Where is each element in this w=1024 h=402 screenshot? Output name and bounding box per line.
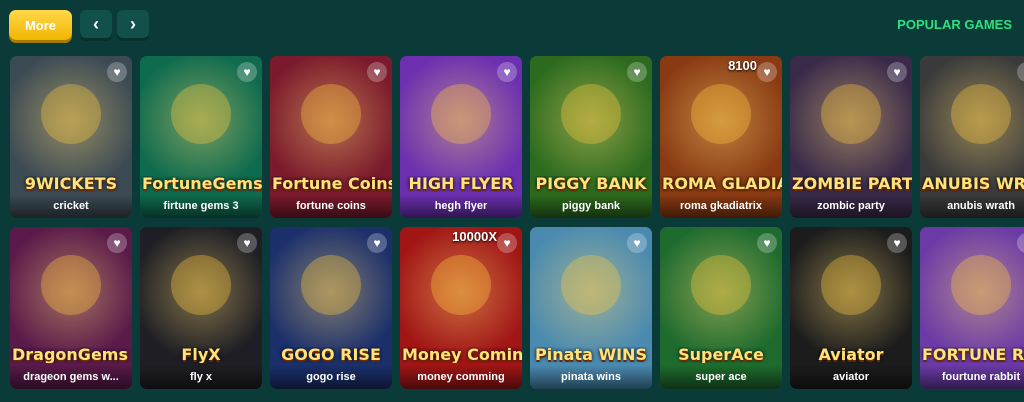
heart-icon[interactable]: ♥ <box>237 62 257 82</box>
heart-icon[interactable]: ♥ <box>757 62 777 82</box>
game-card[interactable]: PIGGY BANK ♥ piggy bank <box>530 56 652 218</box>
section-title: POPULAR GAMES <box>897 17 1012 32</box>
game-logo-text: Money Coming <box>402 347 522 363</box>
artwork-glow <box>171 84 231 144</box>
heart-icon[interactable]: ♥ <box>497 62 517 82</box>
heart-icon[interactable]: ♥ <box>887 62 907 82</box>
game-card[interactable]: GOGO RISE ♥ gogo rise <box>270 227 392 389</box>
heart-icon[interactable]: ♥ <box>367 62 387 82</box>
artwork-glow <box>561 255 621 315</box>
game-card[interactable]: FORTUNE RABBIT♥fourtune rabbit <box>920 227 1024 389</box>
game-name: cricket <box>10 194 132 218</box>
game-logo-text: SuperAce <box>678 347 764 363</box>
game-card[interactable]: HIGH FLYER ♥ hegh flyer <box>400 56 522 218</box>
game-card[interactable]: FlyX ♥ fly x <box>140 227 262 389</box>
artwork-glow <box>691 255 751 315</box>
game-name: drageon gems w... <box>10 365 132 389</box>
game-card[interactable]: Aviator ♥ aviator <box>790 227 912 389</box>
game-name: pinata wins <box>530 365 652 389</box>
game-logo-text: FlyX <box>181 347 221 363</box>
artwork-glow <box>561 84 621 144</box>
game-logo-text: FortuneGems3 <box>142 176 262 192</box>
game-logo-text: DragonGems Wheel <box>12 347 132 363</box>
game-card[interactable]: FortuneGems3 ♥ firtune gems 3 <box>140 56 262 218</box>
top-bar: More ‹ › POPULAR GAMES <box>0 0 1024 50</box>
game-name: anubis wrath <box>920 194 1024 218</box>
game-logo-text: ANUBIS WRATH <box>922 176 1024 192</box>
game-logo-text: ZOMBIE PARTY!! <box>792 176 912 192</box>
heart-icon[interactable]: ♥ <box>627 233 647 253</box>
game-card[interactable]: Pinata WINS ♥ pinata wins <box>530 227 652 389</box>
game-name: money comming <box>400 365 522 389</box>
game-card[interactable]: Money Coming 10000X ♥ money comming <box>400 227 522 389</box>
artwork-glow <box>301 84 361 144</box>
multiplier-badge: 10000X <box>452 229 497 244</box>
artwork-glow <box>821 84 881 144</box>
game-name: gogo rise <box>270 365 392 389</box>
game-logo-text: GOGO RISE <box>281 347 381 363</box>
more-button[interactable]: More <box>9 10 72 40</box>
game-name: zombic party <box>790 194 912 218</box>
heart-icon[interactable]: ♥ <box>757 233 777 253</box>
heart-icon[interactable]: ♥ <box>367 233 387 253</box>
game-logo-text: Aviator <box>818 347 884 363</box>
game-name: super ace <box>660 365 782 389</box>
game-card[interactable]: ANUBIS WRATH♥anubis wrath <box>920 56 1024 218</box>
artwork-glow <box>431 84 491 144</box>
game-logo-text: PIGGY BANK <box>535 176 647 192</box>
next-arrow-button[interactable]: › <box>117 10 149 38</box>
artwork-glow <box>691 84 751 144</box>
game-name: piggy bank <box>530 194 652 218</box>
game-card[interactable]: 9WICKETS ♥ cricket <box>10 56 132 218</box>
heart-icon[interactable]: ♥ <box>107 62 127 82</box>
game-logo-text: 9WICKETS <box>24 176 118 192</box>
heart-icon[interactable]: ♥ <box>887 233 907 253</box>
artwork-glow <box>41 84 101 144</box>
artwork-glow <box>431 255 491 315</box>
game-card[interactable]: ZOMBIE PARTY!! ♥ zombic party <box>790 56 912 218</box>
game-name: aviator <box>790 365 912 389</box>
multiplier-badge: 8100 <box>728 58 757 73</box>
game-name: fly x <box>140 365 262 389</box>
prev-arrow-button[interactable]: ‹ <box>80 10 112 38</box>
game-name: firtune gems 3 <box>140 194 262 218</box>
chevron-left-icon: ‹ <box>93 13 99 34</box>
artwork-glow <box>301 255 361 315</box>
game-name: fortune coins <box>270 194 392 218</box>
heart-icon[interactable]: ♥ <box>237 233 257 253</box>
heart-icon[interactable]: ♥ <box>497 233 517 253</box>
game-logo-text: Fortune Coins <box>272 176 392 192</box>
artwork-glow <box>171 255 231 315</box>
game-card[interactable]: Fortune Coins ♥ fortune coins <box>270 56 392 218</box>
artwork-glow <box>951 84 1011 144</box>
game-name: roma gkadiatrix <box>660 194 782 218</box>
artwork-glow <box>41 255 101 315</box>
game-card[interactable]: ROMA GLADIATRIX 8100♥ roma gkadiatrix <box>660 56 782 218</box>
game-card[interactable]: SuperAce ♥ super ace <box>660 227 782 389</box>
heart-icon[interactable]: ♥ <box>107 233 127 253</box>
game-card[interactable]: DragonGems Wheel ♥ drageon gems w... <box>10 227 132 389</box>
artwork-glow <box>951 255 1011 315</box>
chevron-right-icon: › <box>130 13 136 34</box>
artwork-glow <box>821 255 881 315</box>
game-logo-text: Pinata WINS <box>535 347 647 363</box>
game-logo-text: ROMA GLADIATRIX <box>662 176 782 192</box>
game-logo-text: HIGH FLYER <box>408 176 514 192</box>
game-logo-text: FORTUNE RABBIT <box>922 347 1024 363</box>
heart-icon[interactable]: ♥ <box>627 62 647 82</box>
game-name: hegh flyer <box>400 194 522 218</box>
game-name: fourtune rabbit <box>920 365 1024 389</box>
